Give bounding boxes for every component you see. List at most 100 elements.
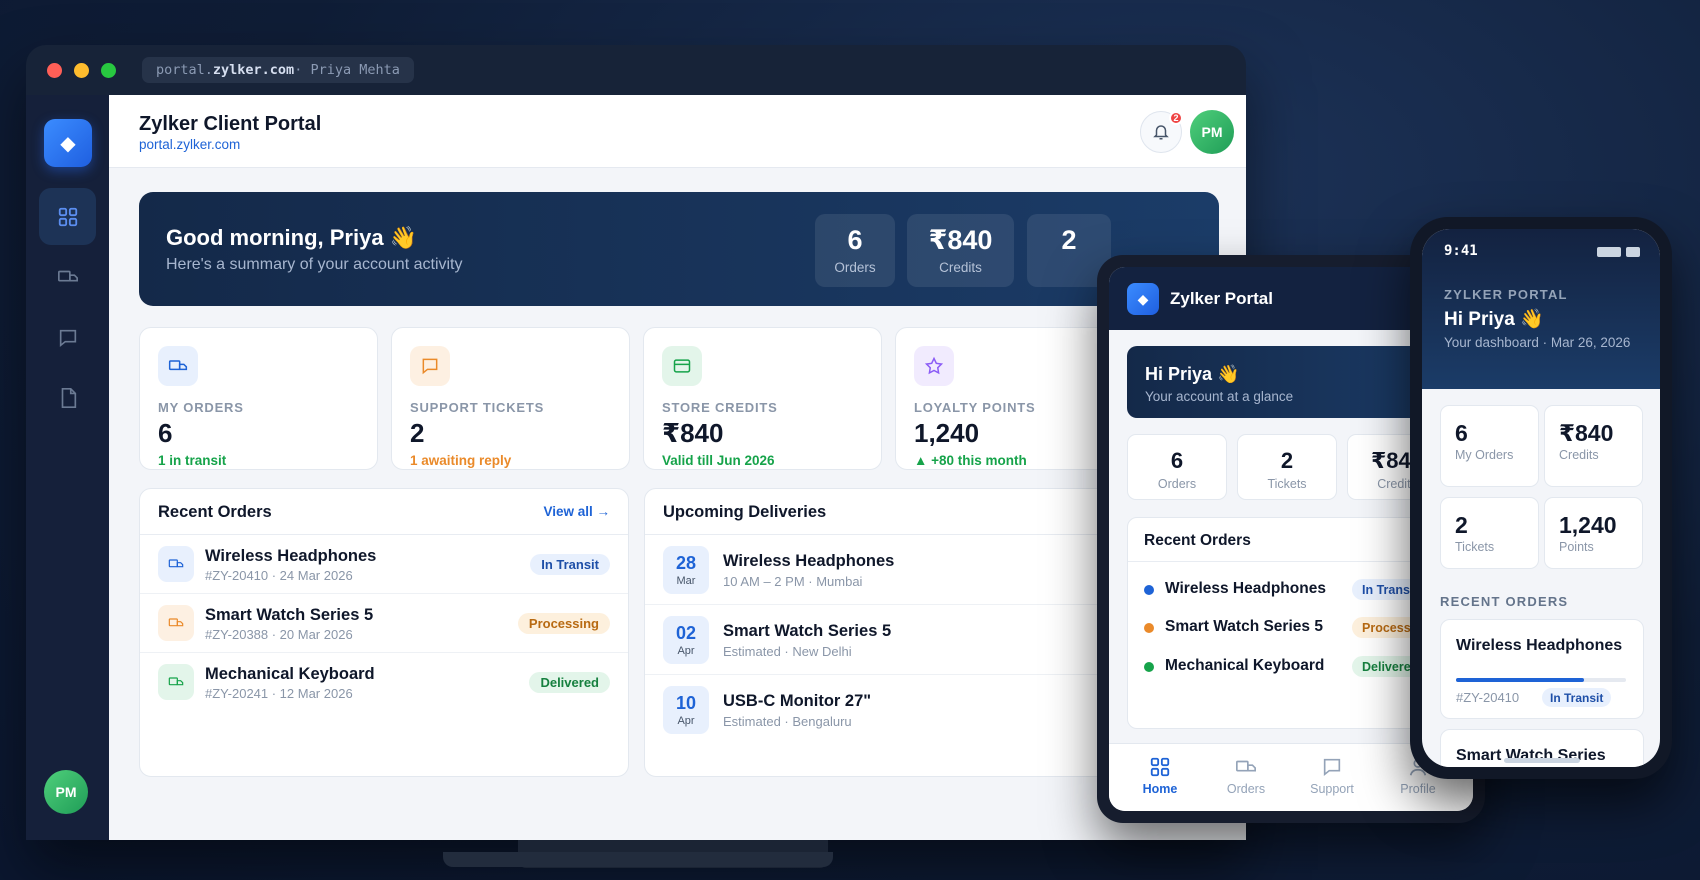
tab-orders[interactable]: Orders	[1211, 756, 1281, 796]
stat-label: Points	[1559, 540, 1594, 554]
greeting: Good morning, Priya 👋	[166, 225, 418, 250]
chat-icon	[1323, 758, 1341, 777]
delivery-date: 10 Apr	[663, 686, 709, 734]
stat-value: 2	[1280, 448, 1294, 473]
order-name: Smart Watch Series 5	[1165, 618, 1323, 635]
stat-value: 2	[1455, 512, 1468, 538]
page-subtitle-link[interactable]: portal.zylker.com	[139, 137, 240, 152]
tab-support[interactable]: Support	[1297, 756, 1367, 796]
stat-label: MY ORDERS	[158, 400, 244, 415]
status-dot	[1144, 662, 1154, 672]
sidebar-item-dashboard[interactable]	[39, 188, 96, 245]
diamond-icon[interactable]: ◆	[1127, 283, 1159, 315]
tablet-title: Zylker Portal	[1170, 289, 1273, 308]
order-name: Smart Watch Series 5	[205, 606, 374, 624]
status-badge: In Transit	[530, 554, 610, 575]
tab-label: Profile	[1400, 782, 1436, 796]
order-row[interactable]: Mechanical Keyboard #ZY-20241 · 12 Mar 2…	[140, 653, 628, 712]
maximize-window-button[interactable]	[101, 63, 116, 78]
battery-icon	[1597, 247, 1640, 257]
truck-icon	[1236, 760, 1256, 772]
status-dot	[1144, 585, 1154, 595]
delivery-row[interactable]: 28 Mar Wireless Headphones 10 AM – 2 PM ·…	[645, 535, 1143, 605]
order-name: Mechanical Keyboard	[205, 665, 375, 683]
phone-device: 9:41 ZYLKER PORTAL Hi Priya 👋 Your dashb…	[1410, 217, 1672, 779]
upcoming-deliveries-panel: Upcoming Deliveries 28 Mar Wireless Headp…	[644, 488, 1144, 777]
delivery-month: Apr	[677, 645, 695, 657]
monitor-base	[443, 852, 833, 867]
tablet-greeting: Hi Priya 👋	[1145, 364, 1240, 384]
grid-icon	[1150, 757, 1170, 777]
hero-stat-value: ₹840	[928, 225, 993, 255]
status-bar-time: 9:41	[1444, 243, 1478, 259]
stat-value: 1,240	[914, 418, 980, 448]
window-controls	[47, 63, 116, 78]
user-avatar[interactable]: PM	[1190, 110, 1234, 154]
stat-label: LOYALTY POINTS	[914, 400, 1036, 415]
stat-card-tickets[interactable]: SUPPORT TICKETS 2 1 awaiting reply	[391, 327, 630, 470]
stat-label: SUPPORT TICKETS	[410, 400, 545, 415]
hero-stat-credits: ₹840 Credits	[907, 214, 1014, 287]
url-user: · Priya Mehta	[294, 62, 400, 78]
page-title: Zylker Client Portal	[139, 113, 322, 135]
order-id: #ZY-20410	[1456, 690, 1520, 705]
hero-stat-label: Orders	[834, 260, 876, 275]
tablet-stat-orders[interactable]: 6 Orders	[1127, 434, 1227, 500]
stat-card-orders[interactable]: MY ORDERS 6 1 in transit	[139, 327, 378, 470]
delivery-row[interactable]: 02 Apr Smart Watch Series 5 Estimated · N…	[645, 605, 1143, 675]
delivery-meta: Estimated · Bengaluru	[723, 714, 852, 729]
status-badge: Processing	[517, 613, 610, 634]
order-meta: #ZY-20241 · 12 Mar 2026	[205, 686, 353, 701]
bell-icon	[1153, 125, 1169, 140]
sidebar-item-orders[interactable]	[39, 248, 96, 305]
tab-label: Orders	[1226, 782, 1266, 796]
close-window-button[interactable]	[47, 63, 62, 78]
order-row[interactable]: Wireless Headphones #ZY-20410 · 24 Mar 2…	[140, 535, 628, 594]
tablet-stat-tickets[interactable]: 2 Tickets	[1237, 434, 1337, 500]
sidebar-item-support[interactable]	[39, 309, 96, 366]
grid-icon	[58, 207, 77, 226]
app-logo[interactable]: ◆	[44, 119, 92, 167]
tab-home[interactable]: Home	[1125, 756, 1195, 796]
delivery-row[interactable]: 10 Apr USB-C Monitor 27" Estimated · Beng…	[645, 675, 1143, 745]
phone-greeting-subtitle: Your dashboard · Mar 26, 2026	[1444, 335, 1631, 350]
phone-stat-points[interactable]: 1,240 Points	[1544, 497, 1643, 569]
stat-label: Tickets	[1267, 477, 1307, 491]
panel-header: Recent Orders View all →	[140, 489, 628, 535]
truck-icon	[57, 270, 78, 281]
diamond-icon: ◆	[60, 132, 76, 155]
phone-app-label: ZYLKER PORTAL	[1444, 287, 1568, 302]
phone-stat-tickets[interactable]: 2 Tickets	[1440, 497, 1539, 569]
delivery-day: 02	[675, 623, 697, 643]
phone-stat-credits[interactable]: ₹840 Credits	[1544, 405, 1643, 487]
hero-stat-value: 2	[1061, 225, 1077, 255]
delivery-name: USB-C Monitor 27"	[723, 692, 872, 710]
delivery-meta: 10 AM – 2 PM · Mumbai	[723, 574, 863, 589]
phone-order-card[interactable]: Wireless Headphones #ZY-20410 In Transit	[1440, 619, 1644, 719]
stat-value: ₹840	[1559, 420, 1614, 446]
order-name: Wireless Headphones	[1456, 637, 1623, 654]
order-name: Mechanical Keyboard	[1165, 657, 1325, 674]
panel-title: Upcoming Deliveries	[663, 503, 827, 521]
stat-value: 1,240	[1559, 512, 1617, 538]
stat-subtext: 1 awaiting reply	[410, 453, 512, 468]
stat-card-credits[interactable]: STORE CREDITS ₹840 Valid till Jun 2026	[643, 327, 882, 470]
main-content: Zylker Client Portal portal.zylker.com 2…	[109, 95, 1246, 840]
sidebar-avatar[interactable]: PM	[44, 770, 88, 814]
sidebar: ◆ PM	[26, 95, 109, 840]
stat-value: 6	[1170, 448, 1184, 473]
phone-header: 9:41 ZYLKER PORTAL Hi Priya 👋 Your dashb…	[1422, 229, 1660, 389]
minimize-window-button[interactable]	[74, 63, 89, 78]
notifications-button[interactable]: 2	[1140, 111, 1183, 153]
order-row[interactable]: Smart Watch Series 5 #ZY-20388 · 20 Mar …	[140, 594, 628, 653]
view-all-link[interactable]: View all →	[543, 504, 610, 519]
phone-stat-orders[interactable]: 6 My Orders	[1440, 405, 1539, 487]
sidebar-item-documents[interactable]	[39, 369, 96, 426]
address-bar[interactable]: portal. zylker.com · Priya Mehta	[142, 57, 414, 83]
stat-label: Orders	[1157, 477, 1197, 491]
panel-title: Recent Orders	[1144, 532, 1251, 549]
delivery-day: 28	[675, 553, 697, 573]
delivery-name: Smart Watch Series 5	[723, 622, 892, 640]
stat-label: My Orders	[1455, 448, 1514, 462]
status-badge: In Transit	[1542, 688, 1612, 707]
